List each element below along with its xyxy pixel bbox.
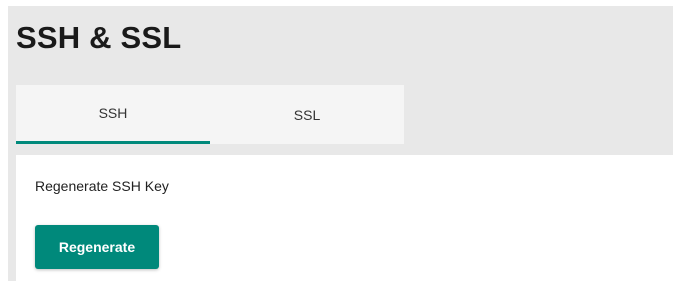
- tab-bar: SSH SSL: [16, 85, 404, 144]
- tab-ssl[interactable]: SSL: [210, 85, 404, 144]
- page-container: SSH & SSL SSH SSL Regenerate SSH Key Reg…: [8, 6, 673, 281]
- page-title: SSH & SSL: [16, 20, 182, 55]
- regenerate-ssh-key-label: Regenerate SSH Key: [35, 178, 169, 194]
- ssh-panel: Regenerate SSH Key Regenerate: [16, 155, 673, 281]
- tab-ssh[interactable]: SSH: [16, 85, 210, 144]
- regenerate-button[interactable]: Regenerate: [35, 225, 159, 269]
